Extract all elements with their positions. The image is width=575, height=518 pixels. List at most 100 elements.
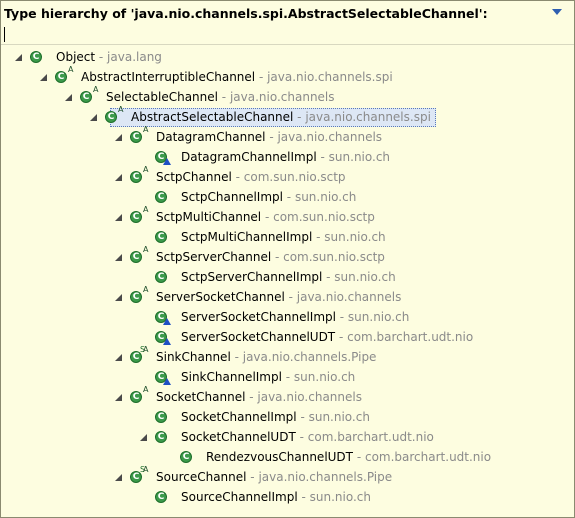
class-name: RendezvousChannelUDT [206,450,354,464]
class-name: SinkChannelImpl [181,370,282,384]
expanded-twistie-icon[interactable] [115,294,122,301]
abstract-marker: A [143,165,149,174]
expanded-twistie-icon[interactable] [40,74,47,81]
class-name: SourceChannel [156,470,247,484]
class-icon [154,268,170,286]
tree-item[interactable]: SctpServerChannelImpl - sun.nio.ch [1,267,574,287]
package-name: - sun.nio.ch [335,310,410,324]
class-icon [179,448,195,466]
class-icon [154,488,170,506]
tree-item[interactable]: SA SourceChannel - java.nio.channels.Pipe [1,465,574,487]
package-name: - com.barchart.udt.nio [295,430,434,444]
package-name: - sun.nio.ch [322,270,396,284]
package-name: - java.lang [95,50,162,64]
tree-item[interactable]: Object - java.lang [1,47,574,67]
class-name: ServerSocketChannel [156,290,285,304]
class-icon: SA [129,345,148,366]
tree-item[interactable]: ServerSocketChannelUDT - com.barchart.ud… [1,327,574,347]
package-name: - com.sun.nio.sctp [271,250,385,264]
expanded-twistie-icon[interactable] [115,254,122,261]
expanded-twistie-icon[interactable] [115,394,122,401]
tree-item[interactable]: SctpMultiChannelImpl - sun.nio.ch [1,227,574,247]
class-name: SctpMultiChannel [156,210,262,224]
class-name: AbstractInterruptibleChannel [81,70,256,84]
class-icon [29,48,45,66]
expanded-twistie-icon[interactable] [65,94,72,101]
view-menu-icon[interactable] [552,9,562,15]
class-icon: A [129,165,148,186]
tree-item[interactable]: SocketChannelUDT - com.barchart.udt.nio [1,427,574,447]
package-name: - java.nio.channels.Pipe [246,470,393,484]
package-name: - java.nio.channels.Pipe [230,350,377,364]
abstract-marker: A [68,65,74,74]
tree-item[interactable]: SourceChannelImpl - sun.nio.ch [1,487,574,507]
package-name: - com.sun.nio.sctp [231,170,346,184]
package-name: - sun.nio.ch [296,410,370,424]
class-name: SctpMultiChannelImpl [181,230,313,244]
package-name: - java.nio.channels.spi [293,110,431,124]
class-name: DatagramChannelImpl [181,150,317,164]
class-name: SctpServerChannel [156,250,272,264]
expanded-twistie-icon[interactable] [115,174,122,181]
class-name: SinkChannel [156,350,231,364]
tree-item[interactable]: SinkChannelImpl - sun.nio.ch [1,367,574,387]
package-name: - com.sun.nio.sctp [261,210,375,224]
tree-item[interactable]: A SelectableChannel - java.nio.channels [1,85,574,107]
expanded-twistie-icon[interactable] [115,474,122,481]
class-icon [154,328,171,346]
class-icon [154,148,171,166]
class-name: ServerSocketChannelUDT [181,330,336,344]
class-name: SelectableChannel [106,90,218,104]
class-name: SctpChannelImpl [181,190,283,204]
package-name: - sun.nio.ch [297,490,371,504]
abstract-marker: A [143,245,149,254]
tree-item[interactable]: DatagramChannelImpl - sun.nio.ch [1,147,574,167]
tree-item[interactable]: RendezvousChannelUDT - com.barchart.udt.… [1,447,574,467]
package-name: - java.nio.channels.spi [255,70,393,84]
tree-item[interactable]: A AbstractInterruptibleChannel - java.nio… [1,65,574,87]
expanded-twistie-icon[interactable] [115,214,122,221]
triangle-icon [163,158,171,165]
tree-item[interactable]: SctpChannelImpl - sun.nio.ch [1,187,574,207]
package-name: - sun.nio.ch [282,190,357,204]
expanded-twistie-icon[interactable] [140,434,147,441]
expanded-twistie-icon[interactable] [115,354,122,361]
class-icon [154,428,170,446]
triangle-icon [163,318,171,325]
tree-item[interactable]: A SocketChannel - java.nio.channels [1,385,574,407]
class-icon: A [104,105,123,126]
hierarchy-tree[interactable]: Object - java.langAAbstractInterruptible… [1,45,574,515]
tree-item[interactable]: A AbstractSelectableChannel - java.nio.ch… [1,105,574,127]
expanded-twistie-icon[interactable] [90,114,97,121]
abstract-marker: A [143,385,149,394]
expanded-twistie-icon[interactable] [115,134,122,141]
abstract-marker: A [143,205,149,214]
abstract-marker: A [118,105,124,114]
abstract-marker: A [93,85,99,94]
popup-title: Type hierarchy of 'java.nio.channels.spi… [4,6,488,21]
class-icon [154,188,170,206]
class-name: ServerSocketChannelImpl [181,310,336,324]
package-name: - java.nio.channels [217,90,335,104]
package-name: - java.nio.channels [265,130,383,144]
tree-item[interactable]: A SctpChannel - com.sun.nio.sctp [1,165,574,187]
tree-item[interactable]: A SctpMultiChannel - com.sun.nio.sctp [1,205,574,227]
class-icon [154,368,171,386]
tree-item[interactable]: SA SinkChannel - java.nio.channels.Pipe [1,345,574,367]
class-icon [154,228,170,246]
tree-item[interactable]: A DatagramChannel - java.nio.channels [1,125,574,147]
class-name: SctpChannel [156,170,232,184]
expanded-twistie-icon[interactable] [15,54,22,61]
class-name: AbstractSelectableChannel [131,110,294,124]
tree-item[interactable]: SocketChannelImpl - sun.nio.ch [1,407,574,427]
popup-header: Type hierarchy of 'java.nio.channels.spi… [1,1,574,25]
class-icon: A [129,385,148,406]
tree-item[interactable]: A ServerSocketChannel - java.nio.channels [1,285,574,307]
class-icon [154,408,170,426]
tree-item[interactable]: ServerSocketChannelImpl - sun.nio.ch [1,307,574,327]
tree-item[interactable]: A SctpServerChannel - com.sun.nio.sctp [1,245,574,267]
class-icon: A [129,245,148,266]
package-name: - sun.nio.ch [281,370,356,384]
filter-input[interactable] [1,25,575,43]
class-icon [154,308,171,326]
